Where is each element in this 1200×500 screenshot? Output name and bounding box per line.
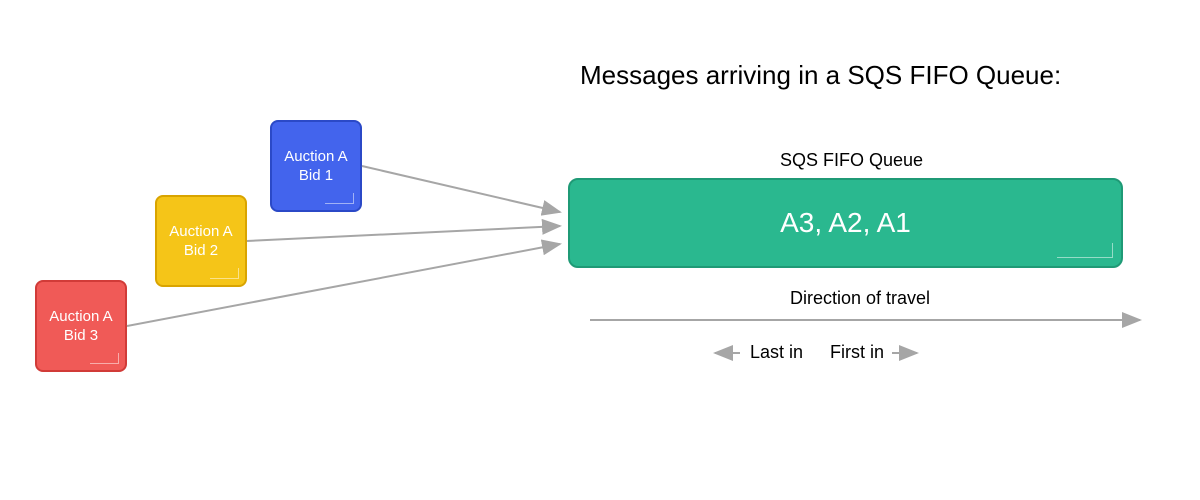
first-in-label: First in bbox=[830, 342, 884, 363]
bid2-line1: Auction A bbox=[169, 223, 232, 240]
bid1-line1: Auction A bbox=[284, 148, 347, 165]
arrow-bid2-to-queue bbox=[247, 226, 560, 241]
diagram-title: Messages arriving in a SQS FIFO Queue: bbox=[580, 60, 1061, 91]
bid3-line2: Bid 3 bbox=[64, 327, 98, 344]
bid1-line2: Bid 1 bbox=[299, 167, 333, 184]
arrow-bid1-to-queue bbox=[362, 166, 560, 212]
queue-label: SQS FIFO Queue bbox=[780, 150, 923, 171]
direction-of-travel-label: Direction of travel bbox=[790, 288, 930, 309]
bid-box-3: Auction A Bid 3 bbox=[35, 280, 127, 372]
bid-box-1: Auction A Bid 1 bbox=[270, 120, 362, 212]
bid-box-2: Auction A Bid 2 bbox=[155, 195, 247, 287]
queue-box: A3, A2, A1 bbox=[568, 178, 1123, 268]
queue-content: A3, A2, A1 bbox=[780, 207, 911, 239]
last-in-label: Last in bbox=[750, 342, 803, 363]
bid2-line2: Bid 2 bbox=[184, 242, 218, 259]
bid3-line1: Auction A bbox=[49, 308, 112, 325]
